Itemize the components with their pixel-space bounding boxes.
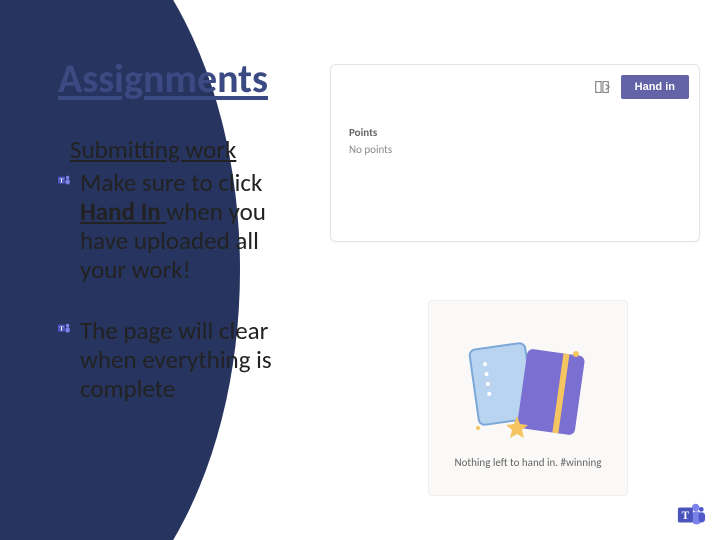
notebooks-illustration bbox=[458, 328, 598, 448]
bullet-text: The page will clear when everything is c… bbox=[80, 316, 278, 403]
bullet-item: T Make sure to click Hand In when you ha… bbox=[58, 168, 278, 284]
hand-in-button[interactable]: Hand in bbox=[621, 75, 689, 99]
teams-mini-icon: T bbox=[58, 174, 72, 188]
assignment-card: Hand in Points No points bbox=[330, 64, 700, 242]
teams-logo-icon: T bbox=[676, 500, 706, 530]
points-label: Points bbox=[349, 125, 392, 142]
bullet-emph: Hand In bbox=[80, 196, 166, 227]
assignment-card-header: Hand in bbox=[593, 75, 689, 99]
content-area: Assignments Submitting work T Make sure … bbox=[0, 0, 720, 540]
bullet-text: Make sure to click Hand In when you have… bbox=[80, 168, 278, 284]
section-subhead: Submitting work bbox=[70, 134, 236, 165]
points-value: No points bbox=[349, 142, 392, 159]
points-block: Points No points bbox=[349, 125, 392, 158]
bullet-item: T The page will clear when everything is… bbox=[58, 316, 278, 403]
empty-state-card: Nothing left to hand in. #winning bbox=[428, 300, 628, 496]
bullet-pre: Make sure to click bbox=[80, 167, 262, 198]
teams-mini-icon: T bbox=[58, 322, 72, 336]
svg-text:T: T bbox=[59, 326, 63, 332]
empty-state-caption: Nothing left to hand in. #winning bbox=[455, 456, 602, 469]
slide: Assignments Submitting work T Make sure … bbox=[0, 0, 720, 540]
page-title: Assignments bbox=[58, 54, 268, 103]
svg-text:T: T bbox=[682, 510, 690, 522]
immersive-reader-icon[interactable] bbox=[593, 78, 611, 96]
svg-text:T: T bbox=[59, 178, 63, 184]
